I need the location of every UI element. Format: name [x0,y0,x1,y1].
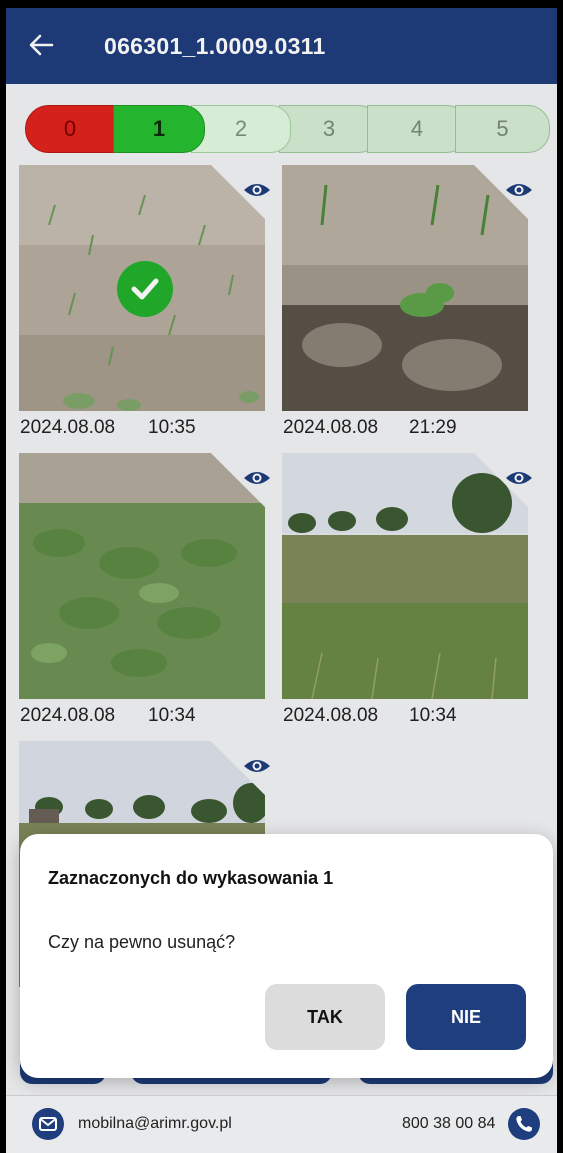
cancel-button[interactable]: NIE [406,984,526,1050]
phone-icon[interactable] [508,1108,540,1140]
confirm-delete-dialog: Zaznaczonych do wykasowania 1 Czy na pew… [20,834,553,1078]
confirm-button[interactable]: TAK [265,984,385,1050]
envelope-icon[interactable] [32,1108,64,1140]
footer-bar: mobilna@arimr.gov.pl 800 38 00 84 [6,1095,557,1153]
rating-option-2[interactable]: 2 [191,105,291,153]
dialog-message: Czy na pewno usunąć? [48,932,236,952]
screen: 066301_1.0009.0311 0 2 3 4 5 1 2024.08.0… [6,8,557,1153]
contact-email[interactable]: mobilna@arimr.gov.pl [78,1115,232,1133]
dialog-title: Zaznaczonych do wykasowania 1 [48,868,334,888]
rating-option-1[interactable]: 1 [113,105,205,153]
contact-phone[interactable]: 800 38 00 84 [402,1115,495,1133]
